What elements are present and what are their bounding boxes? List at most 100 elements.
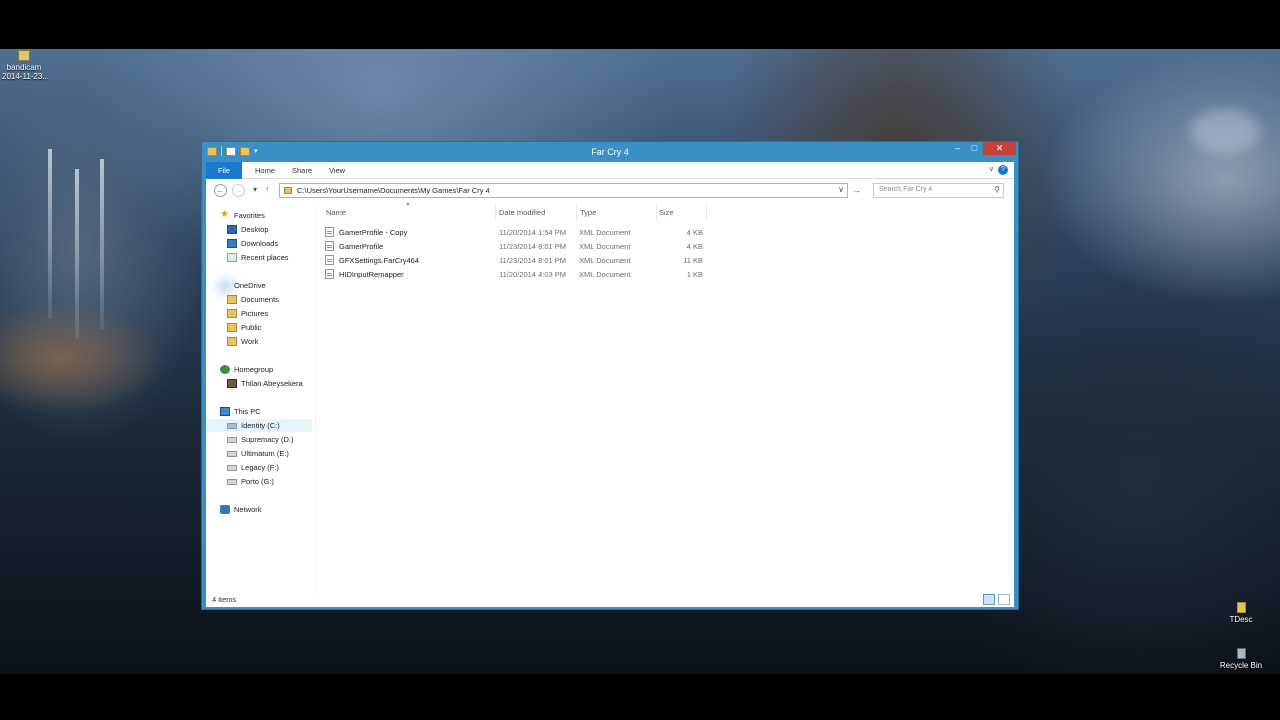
system-drive-icon	[227, 423, 237, 429]
window-controls: – □ ✕	[949, 142, 1016, 155]
file-name: GamerProfile - Copy	[339, 228, 408, 237]
drive-icon	[227, 465, 237, 471]
desktop-icon-label: bandicam 2014-11-23...	[2, 63, 49, 81]
tab-home[interactable]: Home	[250, 162, 280, 179]
go-button[interactable]: →	[852, 185, 861, 195]
nav-favorites[interactable]: ★ Favorites	[206, 209, 312, 222]
tab-share[interactable]: Share	[288, 162, 316, 179]
desktop-icon-recycle-bin[interactable]: Recycle Bin	[1216, 648, 1266, 670]
desktop-icon	[227, 225, 237, 234]
nav-label: Homegroup	[234, 365, 274, 374]
tab-file[interactable]: File	[206, 162, 242, 179]
xml-file-icon	[325, 255, 334, 265]
column-header-date-modified[interactable]: Date modified	[499, 208, 545, 217]
xml-file-icon	[325, 241, 334, 251]
minimize-button[interactable]: –	[949, 142, 966, 155]
file-size: 4 KB	[686, 242, 703, 251]
file-date: 11/20/2014 4:03 PM	[499, 270, 566, 279]
folder-icon	[284, 187, 292, 194]
nav-network[interactable]: Network	[206, 503, 312, 516]
nav-item-drive-f[interactable]: Legacy (F:)	[206, 461, 312, 474]
nav-label: Thilan Abeysekera	[241, 379, 303, 388]
user-icon	[227, 379, 237, 388]
nav-item-pictures[interactable]: Pictures	[206, 307, 312, 320]
file-date: 11/23/2014 8:01 PM	[499, 256, 566, 265]
help-icon[interactable]: ?	[998, 165, 1008, 175]
file-name: HIDInputRemapper	[339, 270, 404, 279]
nav-label: Identity (C:)	[241, 421, 280, 430]
pane-divider[interactable]	[315, 206, 316, 593]
nav-homegroup[interactable]: Homegroup	[206, 363, 312, 376]
nav-item-desktop[interactable]: Desktop	[206, 223, 312, 236]
large-icons-view-button[interactable]	[998, 594, 1010, 605]
nav-item-drive-d[interactable]: Supremacy (D:)	[206, 433, 312, 446]
nav-item-work[interactable]: Work	[206, 335, 312, 348]
column-divider[interactable]	[576, 205, 577, 221]
nav-item-downloads[interactable]: Downloads	[206, 237, 312, 250]
address-dropdown-icon[interactable]: ∨	[838, 185, 844, 194]
homegroup-icon	[220, 365, 230, 374]
xml-file-icon	[325, 269, 334, 279]
explorer-window: ▾ Far Cry 4 – □ ✕ File Home Share View ∨…	[201, 141, 1019, 610]
file-date: 11/20/2014 1:54 PM	[499, 228, 566, 237]
column-header-size[interactable]: Size	[659, 208, 674, 217]
status-bar: 4 items	[206, 593, 1014, 607]
folder-icon	[227, 309, 237, 318]
file-date: 11/23/2014 8:01 PM	[499, 242, 566, 251]
nav-item-drive-c[interactable]: Identity (C:)	[206, 419, 312, 432]
file-icon	[18, 50, 30, 61]
column-divider[interactable]	[706, 205, 707, 221]
tab-view[interactable]: View	[324, 162, 350, 179]
drive-icon	[227, 437, 237, 443]
nav-item-drive-e[interactable]: Ultimatum (E:)	[206, 447, 312, 460]
nav-item-drive-g[interactable]: Porto (G:)	[206, 475, 312, 488]
file-size: 11 KB	[683, 256, 703, 265]
file-size: 1 KB	[686, 270, 703, 279]
file-row[interactable]: GamerProfile 11/23/2014 8:01 PM XML Docu…	[323, 239, 707, 253]
up-button[interactable]: ↑	[265, 185, 269, 194]
file-row[interactable]: GFXSettings.FarCry464 11/23/2014 8:01 PM…	[323, 253, 707, 267]
forward-button[interactable]: →	[232, 184, 245, 197]
wallpaper-waterfall	[75, 169, 79, 339]
column-divider[interactable]	[656, 205, 657, 221]
column-divider[interactable]	[495, 205, 496, 221]
address-path[interactable]: C:\Users\YourUsername\Documents\My Games…	[297, 186, 490, 195]
nav-item-public[interactable]: Public	[206, 321, 312, 334]
desktop-icon-bandicam[interactable]: bandicam 2014-11-23...	[2, 50, 49, 81]
folder-icon	[1236, 602, 1246, 613]
nav-item-recent-places[interactable]: Recent places	[206, 251, 312, 264]
details-view-button[interactable]	[983, 594, 995, 605]
navigation-pane: ★ Favorites Desktop Downloads Recent plac…	[206, 206, 312, 593]
column-header-name[interactable]: Name	[326, 208, 346, 217]
close-button[interactable]: ✕	[983, 142, 1016, 155]
drive-icon	[227, 479, 237, 485]
maximize-button[interactable]: □	[966, 142, 983, 155]
search-input[interactable]: Search Far Cry 4 ⚲	[873, 183, 1004, 198]
folder-icon	[227, 323, 237, 332]
expand-ribbon-icon[interactable]: ∨	[989, 165, 994, 173]
wallpaper-waterfall	[100, 159, 104, 329]
nav-label: Documents	[241, 295, 279, 304]
address-bar[interactable]: C:\Users\YourUsername\Documents\My Games…	[279, 183, 848, 198]
column-header-type[interactable]: Type	[580, 208, 596, 217]
file-row[interactable]: HIDInputRemapper 11/20/2014 4:03 PM XML …	[323, 267, 707, 281]
recycle-bin-icon	[1236, 648, 1246, 659]
nav-this-pc[interactable]: This PC	[206, 405, 312, 418]
search-icon[interactable]: ⚲	[994, 185, 1000, 194]
nav-item-user[interactable]: Thilan Abeysekera	[206, 377, 312, 390]
nav-item-documents[interactable]: Documents	[206, 293, 312, 306]
recent-locations-icon[interactable]: ▾	[253, 185, 257, 194]
nav-label: Porto (G:)	[241, 477, 274, 486]
nav-label: OneDrive	[234, 281, 266, 290]
file-type: XML Document	[579, 228, 631, 237]
file-row[interactable]: GamerProfile - Copy 11/20/2014 1:54 PM X…	[323, 225, 707, 239]
wallpaper-waterfall	[48, 149, 52, 319]
desktop-icon-tdesc[interactable]: TDesc	[1222, 602, 1260, 624]
xml-file-icon	[325, 227, 334, 237]
back-button[interactable]: ←	[214, 184, 227, 197]
nav-label: Public	[241, 323, 262, 332]
nav-label: Downloads	[241, 239, 279, 248]
nav-onedrive[interactable]: OneDrive	[206, 279, 312, 292]
folder-icon	[227, 295, 237, 304]
title-bar[interactable]: ▾ Far Cry 4 – □ ✕	[202, 142, 1018, 162]
